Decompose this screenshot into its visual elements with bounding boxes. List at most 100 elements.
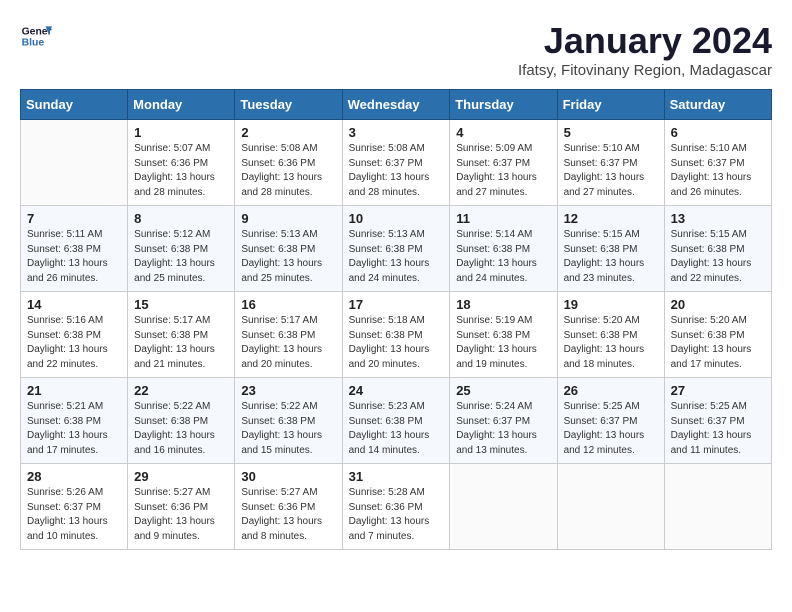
weekday-header-tuesday: Tuesday bbox=[235, 90, 342, 120]
day-info: Sunrise: 5:14 AM Sunset: 6:38 PM Dayligh… bbox=[456, 228, 550, 286]
day-number: 19 bbox=[564, 297, 658, 312]
calendar-week-row: 14 Sunrise: 5:16 AM Sunset: 6:38 PM Dayli… bbox=[21, 292, 772, 378]
calendar-week-row: 1 Sunrise: 5:07 AM Sunset: 6:36 PM Daylig… bbox=[21, 120, 772, 206]
day-info: Sunrise: 5:07 AM Sunset: 6:36 PM Dayligh… bbox=[134, 142, 228, 200]
day-number: 30 bbox=[241, 469, 335, 484]
day-number: 20 bbox=[671, 297, 765, 312]
calendar-cell: 5Sunrise: 5:10 AM Sunset: 6:37 PM Daylig… bbox=[557, 120, 664, 206]
day-number: 26 bbox=[564, 383, 658, 398]
calendar-cell: 29Sunrise: 5:27 AM Sunset: 6:36 PM Dayli… bbox=[128, 464, 235, 550]
day-number: 2 bbox=[241, 125, 335, 140]
day-info: Sunrise: 5:20 AM Sunset: 6:38 PM Dayligh… bbox=[671, 314, 765, 372]
day-number: 13 bbox=[671, 211, 765, 226]
calendar-cell: 10 Sunrise: 5:13 AM Sunset: 6:38 PM Dayli… bbox=[342, 206, 450, 292]
day-number: 22 bbox=[134, 383, 228, 398]
svg-text:Blue: Blue bbox=[22, 38, 45, 49]
location-title: Ifatsy, Fitovinany Region, Madagascar bbox=[518, 62, 772, 79]
day-info: Sunrise: 5:27 AM Sunset: 6:36 PM Dayligh… bbox=[134, 486, 228, 544]
calendar-cell: 15Sunrise: 5:17 AM Sunset: 6:38 PM Dayli… bbox=[128, 292, 235, 378]
calendar-cell bbox=[557, 464, 664, 550]
day-info: Sunrise: 5:17 AM Sunset: 6:38 PM Dayligh… bbox=[241, 314, 335, 372]
day-number: 3 bbox=[349, 125, 444, 140]
weekday-header-saturday: Saturday bbox=[664, 90, 771, 120]
day-number: 1 bbox=[134, 125, 228, 140]
day-info: Sunrise: 5:21 AM Sunset: 6:38 PM Dayligh… bbox=[27, 400, 121, 458]
weekday-header-row: SundayMondayTuesdayWednesdayThursdayFrid… bbox=[21, 90, 772, 120]
day-number: 7 bbox=[27, 211, 121, 226]
day-number: 10 bbox=[349, 211, 444, 226]
calendar-cell: 19 Sunrise: 5:20 AM Sunset: 6:38 PM Dayli… bbox=[557, 292, 664, 378]
day-info: Sunrise: 5:08 AM Sunset: 6:36 PM Dayligh… bbox=[241, 142, 335, 200]
day-number: 11 bbox=[456, 211, 550, 226]
day-info: Sunrise: 5:27 AM Sunset: 6:36 PM Dayligh… bbox=[241, 486, 335, 544]
calendar-cell: 31 Sunrise: 5:28 AM Sunset: 6:36 PM Dayli… bbox=[342, 464, 450, 550]
day-number: 6 bbox=[671, 125, 765, 140]
day-number: 28 bbox=[27, 469, 121, 484]
page-header: General Blue January 2024 Ifatsy, Fitovi… bbox=[20, 20, 772, 79]
calendar-cell: 17Sunrise: 5:18 AM Sunset: 6:38 PM Dayli… bbox=[342, 292, 450, 378]
day-info: Sunrise: 5:24 AM Sunset: 6:37 PM Dayligh… bbox=[456, 400, 550, 458]
day-number: 9 bbox=[241, 211, 335, 226]
day-info: Sunrise: 5:26 AM Sunset: 6:37 PM Dayligh… bbox=[27, 486, 121, 544]
calendar-cell: 20 Sunrise: 5:20 AM Sunset: 6:38 PM Dayli… bbox=[664, 292, 771, 378]
calendar-cell: 26 Sunrise: 5:25 AM Sunset: 6:37 PM Dayli… bbox=[557, 378, 664, 464]
day-info: Sunrise: 5:16 AM Sunset: 6:38 PM Dayligh… bbox=[27, 314, 121, 372]
calendar-cell: 11 Sunrise: 5:14 AM Sunset: 6:38 PM Dayli… bbox=[450, 206, 557, 292]
calendar-cell bbox=[21, 120, 128, 206]
day-info: Sunrise: 5:28 AM Sunset: 6:36 PM Dayligh… bbox=[349, 486, 444, 544]
day-number: 16 bbox=[241, 297, 335, 312]
day-info: Sunrise: 5:20 AM Sunset: 6:38 PM Dayligh… bbox=[564, 314, 658, 372]
calendar-cell: 14 Sunrise: 5:16 AM Sunset: 6:38 PM Dayli… bbox=[21, 292, 128, 378]
calendar-cell: 23Sunrise: 5:22 AM Sunset: 6:38 PM Dayli… bbox=[235, 378, 342, 464]
day-info: Sunrise: 5:15 AM Sunset: 6:38 PM Dayligh… bbox=[671, 228, 765, 286]
calendar-cell: 22 Sunrise: 5:22 AM Sunset: 6:38 PM Dayli… bbox=[128, 378, 235, 464]
logo: General Blue bbox=[20, 20, 52, 52]
day-info: Sunrise: 5:23 AM Sunset: 6:38 PM Dayligh… bbox=[349, 400, 444, 458]
weekday-header-thursday: Thursday bbox=[450, 90, 557, 120]
day-info: Sunrise: 5:25 AM Sunset: 6:37 PM Dayligh… bbox=[564, 400, 658, 458]
logo-icon: General Blue bbox=[20, 20, 52, 52]
day-number: 4 bbox=[456, 125, 550, 140]
title-block: January 2024 Ifatsy, Fitovinany Region, … bbox=[518, 20, 772, 79]
calendar-week-row: 21 Sunrise: 5:21 AM Sunset: 6:38 PM Dayli… bbox=[21, 378, 772, 464]
calendar-cell: 8 Sunrise: 5:12 AM Sunset: 6:38 PM Daylig… bbox=[128, 206, 235, 292]
day-number: 5 bbox=[564, 125, 658, 140]
weekday-header-monday: Monday bbox=[128, 90, 235, 120]
calendar-cell: 18Sunrise: 5:19 AM Sunset: 6:38 PM Dayli… bbox=[450, 292, 557, 378]
day-info: Sunrise: 5:13 AM Sunset: 6:38 PM Dayligh… bbox=[241, 228, 335, 286]
calendar-cell: 3 Sunrise: 5:08 AM Sunset: 6:37 PM Daylig… bbox=[342, 120, 450, 206]
calendar-cell: 6 Sunrise: 5:10 AM Sunset: 6:37 PM Daylig… bbox=[664, 120, 771, 206]
calendar-cell: 2 Sunrise: 5:08 AM Sunset: 6:36 PM Daylig… bbox=[235, 120, 342, 206]
day-number: 8 bbox=[134, 211, 228, 226]
day-number: 17 bbox=[349, 297, 444, 312]
day-number: 31 bbox=[349, 469, 444, 484]
calendar-cell: 28 Sunrise: 5:26 AM Sunset: 6:37 PM Dayli… bbox=[21, 464, 128, 550]
calendar-cell: 12Sunrise: 5:15 AM Sunset: 6:38 PM Dayli… bbox=[557, 206, 664, 292]
calendar-table: SundayMondayTuesdayWednesdayThursdayFrid… bbox=[20, 89, 772, 550]
day-info: Sunrise: 5:19 AM Sunset: 6:38 PM Dayligh… bbox=[456, 314, 550, 372]
calendar-cell: 24Sunrise: 5:23 AM Sunset: 6:38 PM Dayli… bbox=[342, 378, 450, 464]
day-number: 14 bbox=[27, 297, 121, 312]
day-info: Sunrise: 5:12 AM Sunset: 6:38 PM Dayligh… bbox=[134, 228, 228, 286]
day-info: Sunrise: 5:11 AM Sunset: 6:38 PM Dayligh… bbox=[27, 228, 121, 286]
calendar-cell: 4 Sunrise: 5:09 AM Sunset: 6:37 PM Daylig… bbox=[450, 120, 557, 206]
day-info: Sunrise: 5:22 AM Sunset: 6:38 PM Dayligh… bbox=[134, 400, 228, 458]
weekday-header-wednesday: Wednesday bbox=[342, 90, 450, 120]
calendar-cell: 1 Sunrise: 5:07 AM Sunset: 6:36 PM Daylig… bbox=[128, 120, 235, 206]
day-number: 25 bbox=[456, 383, 550, 398]
day-number: 21 bbox=[27, 383, 121, 398]
calendar-cell: 30 Sunrise: 5:27 AM Sunset: 6:36 PM Dayli… bbox=[235, 464, 342, 550]
day-info: Sunrise: 5:09 AM Sunset: 6:37 PM Dayligh… bbox=[456, 142, 550, 200]
calendar-cell: 16 Sunrise: 5:17 AM Sunset: 6:38 PM Dayli… bbox=[235, 292, 342, 378]
day-info: Sunrise: 5:25 AM Sunset: 6:37 PM Dayligh… bbox=[671, 400, 765, 458]
day-info: Sunrise: 5:08 AM Sunset: 6:37 PM Dayligh… bbox=[349, 142, 444, 200]
day-info: Sunrise: 5:10 AM Sunset: 6:37 PM Dayligh… bbox=[671, 142, 765, 200]
day-info: Sunrise: 5:13 AM Sunset: 6:38 PM Dayligh… bbox=[349, 228, 444, 286]
calendar-week-row: 7 Sunrise: 5:11 AM Sunset: 6:38 PM Daylig… bbox=[21, 206, 772, 292]
calendar-cell: 21 Sunrise: 5:21 AM Sunset: 6:38 PM Dayli… bbox=[21, 378, 128, 464]
day-info: Sunrise: 5:15 AM Sunset: 6:38 PM Dayligh… bbox=[564, 228, 658, 286]
weekday-header-sunday: Sunday bbox=[21, 90, 128, 120]
calendar-cell: 27Sunrise: 5:25 AM Sunset: 6:37 PM Dayli… bbox=[664, 378, 771, 464]
calendar-cell: 13 Sunrise: 5:15 AM Sunset: 6:38 PM Dayli… bbox=[664, 206, 771, 292]
calendar-cell bbox=[450, 464, 557, 550]
